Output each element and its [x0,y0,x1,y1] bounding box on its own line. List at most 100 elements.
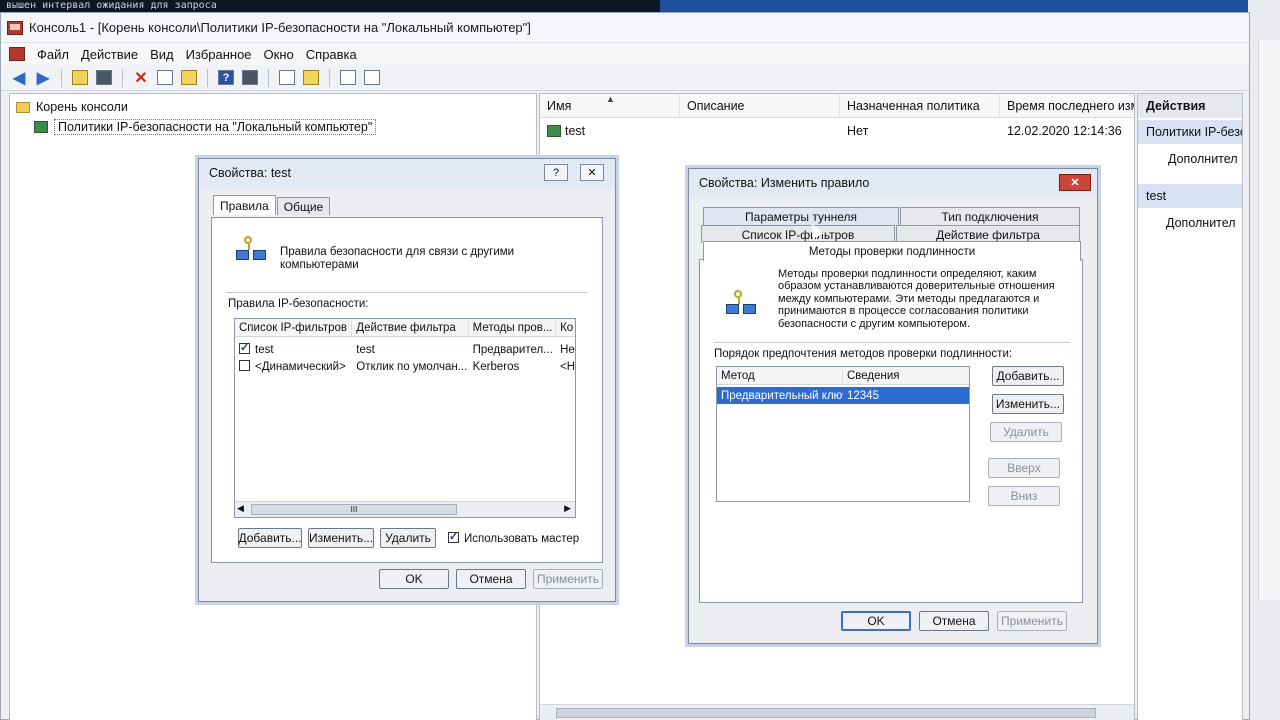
cancel-button[interactable]: Отмена [456,569,526,589]
dialog-title-bar[interactable]: Свойства: Изменить правило ✕ [689,169,1097,197]
show-tree-icon[interactable] [94,68,114,88]
close-button[interactable]: ✕ [580,164,604,181]
column-assigned[interactable]: Назначенная политика [840,94,1000,117]
add-method-button[interactable]: Добавить... [992,366,1064,386]
delete-icon[interactable]: ✕ [131,68,151,88]
network-key-icon [236,236,268,266]
system-menu-icon[interactable] [9,47,25,61]
rules-tab-panel: Правила безопасности для связи с другими… [211,217,603,563]
console-icon [7,20,23,35]
assign-icon[interactable] [338,68,358,88]
auth-methods-list-header: Метод Сведения [717,367,969,385]
column-filter-list[interactable]: Список IP-фильтров [235,319,353,336]
show-action-pane-icon[interactable] [240,68,260,88]
menu-bar: Файл Действие Вид Избранное Окно Справка [1,43,1249,65]
actions-pane: Действия Политики IP-безоп Дополнител te… [1137,93,1243,720]
edit-rule-dialog: Свойства: Изменить правило ✕ Параметры т… [688,168,1098,644]
cancel-button[interactable]: Отмена [919,611,989,631]
edit-method-button[interactable]: Изменить... [992,394,1064,414]
sort-ascending-icon: ▲ [606,94,615,104]
help-button[interactable]: ? [544,164,568,181]
actions-group-ipsec[interactable]: Политики IP-безоп [1138,120,1242,144]
new-policy-icon[interactable] [277,68,297,88]
toolbar: ◀ ▶ ✕ ? [1,65,1249,91]
column-auth-methods[interactable]: Методы пров... [469,319,557,336]
column-filter-action[interactable]: Действие фильтра [352,319,469,336]
actions-group-test[interactable]: test [1138,184,1242,208]
unassign-icon[interactable] [362,68,382,88]
dialog-title-bar[interactable]: Свойства: test ? ✕ [199,159,615,187]
tab-general[interactable]: Общие [276,197,331,215]
dialog-title: Свойства: Изменить правило [699,176,870,190]
tab-tunnel-settings[interactable]: Параметры туннеля [703,207,899,225]
ok-button[interactable]: OK [379,569,449,589]
rules-list-header: Список IP-фильтров Действие фильтра Мето… [235,319,575,337]
horizontal-scrollbar[interactable] [540,704,1134,720]
tab-rules[interactable]: Правила [213,195,276,215]
actions-more-test[interactable]: Дополнител [1138,212,1242,234]
rule-enabled-checkbox[interactable] [239,360,250,371]
actions-title: Действия [1138,94,1242,118]
column-method[interactable]: Метод [717,367,843,384]
menu-help[interactable]: Справка [300,47,363,62]
rule-enabled-checkbox[interactable] [239,343,250,354]
tree-item-ipsec-policies[interactable]: Политики IP-безопасности на "Локальный к… [10,118,536,136]
actions-more-ipsec[interactable]: Дополнител [1138,148,1242,170]
tree-item-console-root[interactable]: Корень консоли [10,98,536,116]
auth-methods-description: Методы проверки подлинности определяют, … [778,268,1055,330]
ipsec-policy-icon [547,125,561,137]
apply-button[interactable]: Применить [533,569,603,589]
forward-arrow-icon[interactable]: ▶ [33,68,53,88]
auth-order-label: Порядок предпочтения методов проверки по… [714,348,1013,360]
move-down-button[interactable]: Вниз [988,486,1060,506]
rules-label: Правила IP-безопасности: [228,298,369,310]
add-rule-button[interactable]: Добавить... [238,528,302,548]
folder-icon [16,101,30,113]
column-description[interactable]: Описание [680,94,840,117]
menu-view[interactable]: Вид [144,47,180,62]
tree-item-label: Политики IP-безопасности на "Локальный к… [54,119,377,135]
back-arrow-icon[interactable]: ◀ [9,68,29,88]
list-item[interactable]: test Нет 12.02.2020 12:14:36 [540,120,1134,142]
column-extra[interactable]: Ко [556,319,575,336]
export-icon[interactable] [179,68,199,88]
menu-window[interactable]: Окно [258,47,300,62]
up-folder-icon[interactable] [70,68,90,88]
properties-icon[interactable] [155,68,175,88]
close-button[interactable]: ✕ [1059,174,1091,191]
column-modified[interactable]: Время последнего изм [1000,94,1134,117]
rules-description: Правила безопасности для связи с другими… [280,246,515,271]
background-window-edge [1248,0,1280,720]
use-wizard-option[interactable]: Использовать мастер [448,530,579,545]
menu-favorites[interactable]: Избранное [180,47,258,62]
list-cell-name: test [540,124,680,138]
menu-action[interactable]: Действие [75,47,144,62]
ok-button[interactable]: OK [841,611,911,631]
use-wizard-checkbox[interactable] [448,530,459,543]
delete-rule-button[interactable]: Удалить [380,528,436,548]
rule-row[interactable]: <Динамический> Отклик по умолчан... Kerb… [235,358,575,375]
tree-item-label: Корень консоли [36,100,128,114]
background-terminal-text: вышен интервал ожидания для запроса [0,0,660,12]
window-title-bar[interactable]: Консоль1 - [Корень консоли\Политики IP-б… [1,13,1249,43]
rules-list: Список IP-фильтров Действие фильтра Мето… [234,318,576,518]
rules-horizontal-scrollbar[interactable]: ◀ III ▶ [235,501,575,517]
dialog-title: Свойства: test [209,166,291,180]
apply-button[interactable]: Применить [997,611,1067,631]
tab-authentication-methods[interactable]: Методы проверки подлинности [703,241,1081,261]
tabs-row-1: Параметры туннеля Тип подключения [703,207,1081,225]
delete-method-button[interactable]: Удалить [990,422,1062,442]
move-up-button[interactable]: Вверх [988,458,1060,478]
ipsec-policy-icon [34,121,48,133]
auth-methods-tab-panel: Методы проверки подлинности определяют, … [699,259,1083,603]
auth-methods-list: Метод Сведения Предварительный ключ 1234… [716,366,970,502]
edit-rule-button[interactable]: Изменить... [308,528,374,548]
help-icon[interactable]: ? [216,68,236,88]
list-cell-assigned: Нет [847,124,869,138]
auth-method-row[interactable]: Предварительный ключ 12345 [717,387,969,404]
column-details[interactable]: Сведения [843,367,969,384]
menu-file[interactable]: Файл [31,47,75,62]
tab-connection-type[interactable]: Тип подключения [900,207,1080,225]
rule-row[interactable]: test test Предварител... Не [235,341,575,358]
manage-filters-icon[interactable] [301,68,321,88]
